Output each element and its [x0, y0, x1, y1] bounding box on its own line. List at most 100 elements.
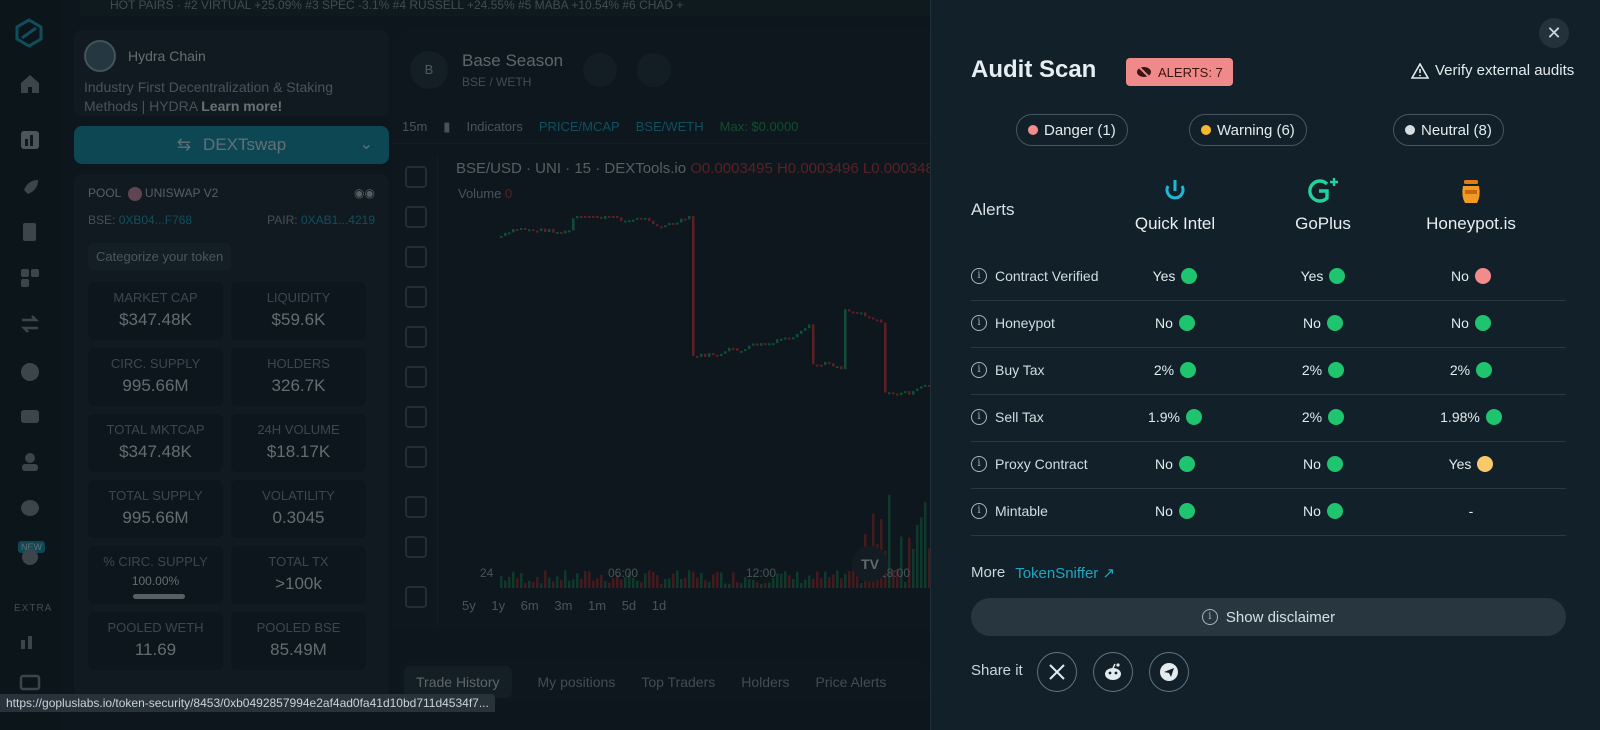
- stats-icon[interactable]: [18, 628, 42, 652]
- share-telegram-button[interactable]: [1149, 652, 1189, 692]
- candle: [604, 216, 607, 219]
- alert-value: No: [1155, 503, 1173, 519]
- hydra-logo-icon: [84, 40, 116, 72]
- verify-external-audits-link[interactable]: Verify external audits: [1411, 62, 1574, 79]
- info-icon: i: [1201, 609, 1218, 625]
- stat-card: VOLATILITY 0.3045: [231, 479, 366, 538]
- share-x-button[interactable]: [1037, 652, 1077, 692]
- home-icon[interactable]: [18, 72, 42, 96]
- status-dot-green: [1178, 456, 1195, 472]
- fib-icon[interactable]: [405, 246, 427, 268]
- filter-neutral[interactable]: Neutral (8): [1393, 114, 1504, 146]
- rocket-icon[interactable]: [18, 176, 42, 200]
- zoom-in-icon[interactable]: [405, 536, 427, 558]
- tokensniffer-link[interactable]: TokenSniffer ↗: [1015, 564, 1115, 582]
- candle: [660, 226, 663, 229]
- info-icon[interactable]: i: [971, 268, 987, 284]
- filter-label: Danger (1): [1044, 121, 1116, 139]
- add-icon[interactable]: [18, 545, 42, 569]
- alert-row-label: i Contract Verified: [971, 268, 1099, 284]
- alert-row-label: i Honeypot: [971, 315, 1055, 331]
- share-icon[interactable]: [637, 53, 672, 87]
- info-icon[interactable]: i: [971, 456, 987, 472]
- range-selector[interactable]: 5y 1y 6m 3m 1m 5d 1d: [462, 598, 666, 613]
- filter-danger[interactable]: Danger (1): [1016, 114, 1128, 146]
- wallet-icon[interactable]: [18, 404, 42, 428]
- hot-pairs-ticker[interactable]: HOT PAIRS · #2 VIRTUAL +25.09% #3 SPEC -…: [80, 0, 930, 16]
- chevron-down-icon[interactable]: ⌄: [360, 134, 373, 154]
- crosshair-icon[interactable]: [405, 166, 427, 188]
- pair-address[interactable]: 0XAB1...4219: [301, 213, 375, 227]
- swap-arrows-icon: ⇆: [176, 135, 192, 154]
- status-dot-yellow: [1477, 456, 1494, 472]
- share-reddit-button[interactable]: [1093, 652, 1133, 692]
- status-dot-green: [1476, 362, 1493, 378]
- alert-value: Yes: [1152, 268, 1176, 284]
- candle-type-icon[interactable]: ▮: [443, 119, 450, 135]
- monitor-icon[interactable]: [18, 672, 42, 696]
- volume-bar: [840, 578, 843, 588]
- volume-bar: [716, 571, 719, 588]
- info-icon[interactable]: i: [971, 409, 987, 425]
- interval-button[interactable]: 15m: [402, 119, 427, 134]
- tab-price-alerts[interactable]: Price Alerts: [816, 674, 887, 690]
- binoculars-icon[interactable]: ◉◉: [354, 186, 375, 201]
- projection-icon[interactable]: [405, 326, 427, 348]
- tab-my-positions[interactable]: My positions: [538, 674, 616, 690]
- bse-address[interactable]: 0XB04...F768: [119, 213, 192, 227]
- alert-row-label: i Mintable: [971, 503, 1048, 519]
- show-disclaimer-button[interactable]: i Show disclaimer: [971, 598, 1566, 636]
- eye-off-icon: [1137, 65, 1151, 79]
- swap-icon[interactable]: [18, 312, 42, 336]
- close-button[interactable]: ✕: [1539, 18, 1569, 48]
- stat-label: % CIRC. SUPPLY: [103, 553, 208, 569]
- pattern-icon[interactable]: [405, 286, 427, 308]
- emoji-icon[interactable]: [405, 446, 427, 468]
- info-icon[interactable]: i: [971, 503, 987, 519]
- chart-icon[interactable]: [18, 128, 42, 152]
- candle: [836, 366, 839, 369]
- indicators-button[interactable]: Indicators: [466, 119, 522, 134]
- text-tool-icon[interactable]: [405, 406, 427, 428]
- alien-icon[interactable]: [18, 496, 42, 520]
- dextswap-button[interactable]: ⇆ DEXTswap ⌄: [74, 126, 389, 164]
- volume-bar: [904, 582, 907, 588]
- candle: [892, 392, 895, 395]
- status-dot-green: [1326, 456, 1343, 472]
- tradingview-logo-icon[interactable]: TV: [852, 546, 888, 582]
- ruler-icon[interactable]: [405, 496, 427, 518]
- token-check-icon[interactable]: [18, 220, 42, 244]
- learn-more-link[interactable]: Learn more!: [201, 98, 282, 114]
- promo-card[interactable]: Hydra Chain Industry First Decentralizat…: [74, 30, 389, 116]
- info-icon[interactable]: i: [971, 362, 987, 378]
- volume-bar: [720, 572, 723, 588]
- categorize-token-button[interactable]: Categorize your token: [88, 242, 232, 270]
- trendline-icon[interactable]: [405, 206, 427, 228]
- pool-dex: UNISWAP V2: [144, 186, 219, 200]
- candle: [556, 232, 559, 235]
- alert-cell: 2%: [1401, 362, 1541, 378]
- stat-value: 995.66M: [122, 375, 189, 395]
- brush-icon[interactable]: [405, 366, 427, 388]
- volume-bar: [680, 578, 683, 588]
- filter-warning[interactable]: Warning (6): [1189, 114, 1307, 146]
- volume-bar: [584, 571, 587, 588]
- volume-bar: [816, 571, 819, 588]
- magnet-icon[interactable]: [405, 586, 427, 608]
- pair-toggle[interactable]: BSE/WETH: [636, 119, 704, 134]
- price-chart[interactable]: [440, 156, 930, 596]
- alert-cell: No: [1401, 315, 1541, 331]
- warning-icon: [1411, 62, 1429, 79]
- volume-bar: [788, 575, 791, 588]
- tab-holders[interactable]: Holders: [741, 674, 789, 690]
- dextools-logo-icon[interactable]: [14, 18, 44, 48]
- price-mcap-toggle[interactable]: PRICE/MCAP: [539, 119, 620, 134]
- star-icon[interactable]: [583, 53, 618, 87]
- volume-bar: [568, 580, 571, 588]
- apps-icon[interactable]: [18, 266, 42, 290]
- info-icon[interactable]: i: [971, 315, 987, 331]
- volume-bar: [820, 578, 823, 588]
- user-icon[interactable]: [18, 450, 42, 474]
- tab-top-traders[interactable]: Top Traders: [641, 674, 715, 690]
- pie-chart-icon[interactable]: [18, 360, 42, 384]
